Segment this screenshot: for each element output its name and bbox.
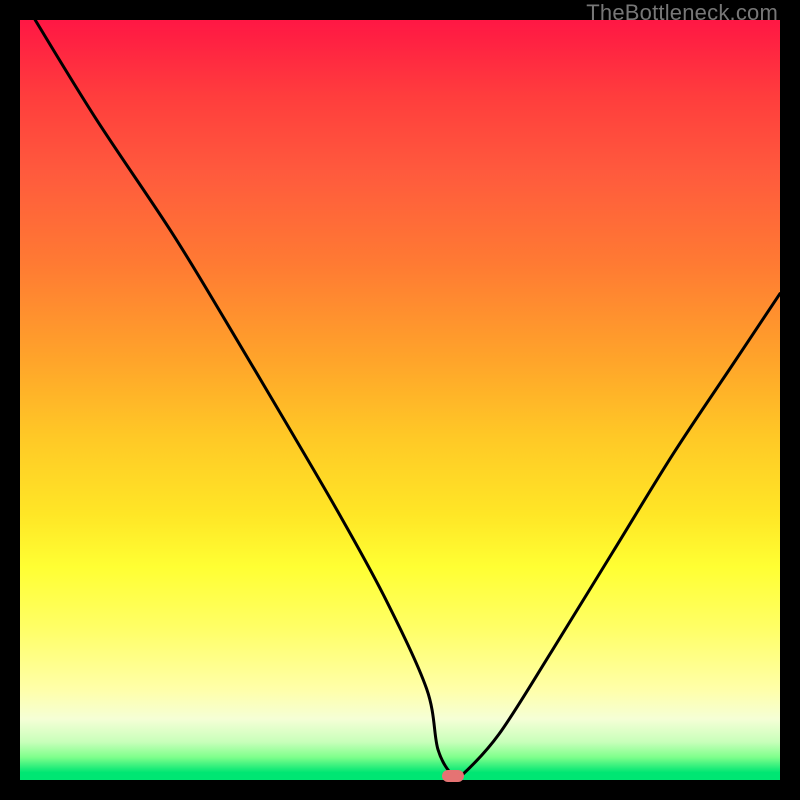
curve-svg	[20, 20, 780, 780]
plot-area	[20, 20, 780, 780]
chart-frame: TheBottleneck.com	[0, 0, 800, 800]
minimum-marker	[442, 770, 464, 782]
bottleneck-curve-path	[35, 20, 780, 780]
